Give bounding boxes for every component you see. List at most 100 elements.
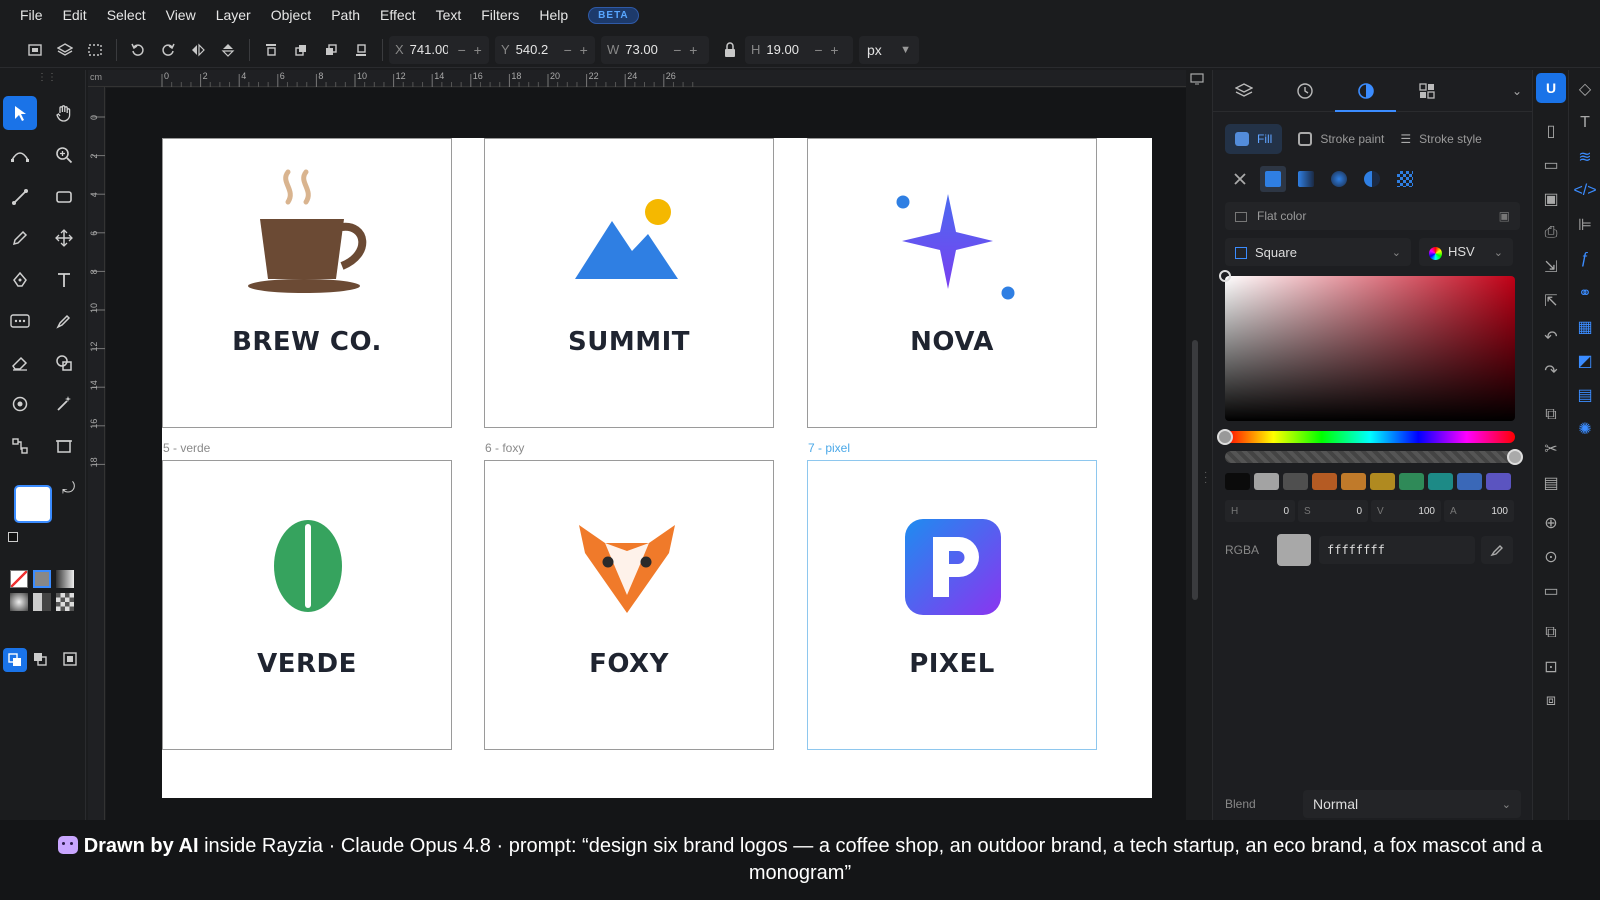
mode-overlap-icon[interactable] [33,652,47,671]
zoom-tool-icon[interactable] [47,138,81,172]
mode-clip-icon[interactable] [63,652,77,671]
open-folder-icon[interactable]: ▭ [1540,154,1562,176]
sv-handle[interactable] [1219,270,1231,282]
logo-card-summit[interactable]: SUMMIT [484,138,774,428]
color-swatch[interactable] [1283,473,1308,490]
eyedropper-icon[interactable] [1481,536,1513,564]
unlink-clone-icon[interactable]: ⧈ [1540,690,1562,712]
blend-mode-select[interactable]: Normal ⌄ [1303,790,1521,818]
color-swatch[interactable] [1341,473,1366,490]
shape-builder-tool-icon[interactable] [47,346,81,380]
tab-history[interactable] [1274,70,1335,112]
import-icon[interactable]: ⇲ [1540,256,1562,278]
y-value[interactable]: 540.2 [516,42,554,57]
no-paint-icon[interactable] [1227,166,1253,192]
canvas[interactable]: BREW CO. SUMMIT NOVA 5 - verde VERDE 6 -… [106,88,1186,820]
pan-tool-icon[interactable] [47,96,81,130]
fill-swatch[interactable] [14,485,52,523]
text-icon[interactable]: T [1574,112,1596,134]
v-input[interactable]: V 100 [1371,500,1441,522]
menu-edit[interactable]: Edit [63,7,87,23]
s-input[interactable]: S0 [1298,500,1368,522]
h-field[interactable]: H 19.00− + [745,35,853,64]
cut-icon[interactable]: ✂ [1540,438,1562,460]
lock-ratio-icon[interactable] [715,35,745,65]
deselect-icon[interactable] [80,35,110,65]
logo-card-foxy[interactable]: 6 - foxy FOXY [484,441,774,750]
h-input[interactable]: H0 [1225,500,1295,522]
menu-text[interactable]: Text [436,7,462,23]
save-swatch-icon[interactable]: ▣ [1499,209,1510,223]
color-swatch[interactable] [1428,473,1453,490]
select-all-icon[interactable] [20,35,50,65]
panel-resize-handle[interactable]: · · · [1204,468,1207,488]
objects-icon[interactable]: ▦ [1574,316,1596,338]
menu-filters[interactable]: Filters [481,7,519,23]
tab-swatches[interactable] [1396,70,1457,112]
document-page[interactable]: BREW CO. SUMMIT NOVA 5 - verde VERDE 6 -… [162,138,1152,798]
eraser-tool-icon[interactable] [3,346,37,380]
x-field[interactable]: X 741.00− + [389,35,489,64]
color-swatch[interactable] [1457,473,1482,490]
color-swatch[interactable] [1225,473,1250,490]
paint-flat-icon[interactable] [33,570,51,588]
current-color-preview[interactable] [1277,534,1311,566]
clone-icon[interactable]: ⊡ [1540,656,1562,678]
w-stepper[interactable]: − + [673,42,697,58]
menu-help[interactable]: Help [539,7,568,23]
h-value[interactable]: 19.00 [766,42,804,57]
rotate-cw-icon[interactable] [153,35,183,65]
rectangle-tool-icon[interactable] [47,180,81,214]
mode-select-icon[interactable] [3,648,27,672]
tweak-tool-icon[interactable] [3,304,37,338]
font-icon[interactable]: ƒ [1574,248,1596,270]
raise-icon[interactable] [286,35,316,65]
tab-stroke-style[interactable]: ☰ Stroke style [1400,124,1481,154]
tab-layers[interactable] [1213,70,1274,112]
paste-icon[interactable]: ▤ [1540,472,1562,494]
logo-card-verde[interactable]: 5 - verde VERDE [162,441,452,750]
lower-bottom-icon[interactable] [346,35,376,65]
pattern-icon[interactable] [1392,166,1418,192]
symbols-icon[interactable]: ⚭ [1574,282,1596,304]
colorspace-select[interactable]: HSV ⌄ [1419,238,1513,266]
hue-slider[interactable] [1217,429,1515,445]
user-avatar-icon[interactable]: U [1536,73,1566,103]
color-swatch[interactable] [1370,473,1395,490]
alpha-slider[interactable] [1225,449,1523,465]
connector-tool-icon[interactable] [3,429,37,463]
y-stepper[interactable]: − + [564,42,588,58]
h-stepper[interactable]: − + [814,42,838,58]
eraser-icon[interactable]: ◇ [1574,78,1596,100]
menu-select[interactable]: Select [107,7,146,23]
mesh-gradient-icon[interactable] [1359,166,1385,192]
pencil-tool-icon[interactable] [3,221,37,255]
unit-select[interactable]: px ▼ [859,35,919,64]
default-colors-icon[interactable] [8,532,18,542]
w-value[interactable]: 73.00 [625,42,663,57]
flip-vertical-icon[interactable] [213,35,243,65]
xml-editor-icon[interactable]: </> [1573,180,1596,202]
swap-colors-icon[interactable]: ⤾ [62,480,75,498]
rgba-input[interactable]: ffffffff [1319,536,1475,564]
layers-select-icon[interactable] [50,35,80,65]
redo-icon[interactable]: ↷ [1540,360,1562,382]
undo-icon[interactable]: ↶ [1540,326,1562,348]
tab-fill[interactable]: Fill [1225,124,1283,154]
paint-linear-icon[interactable] [56,570,74,588]
text-tool-icon[interactable] [47,263,81,297]
a-input[interactable]: A 100 [1444,500,1514,522]
alpha-handle[interactable] [1507,449,1523,465]
page-tool-icon[interactable] [47,429,81,463]
new-document-icon[interactable]: ▯ [1540,120,1562,142]
layers-panel-icon[interactable]: ≋ [1574,146,1596,168]
paint-radial-icon[interactable] [10,593,28,611]
radial-gradient-icon[interactable] [1326,166,1352,192]
measure-tool-icon[interactable] [47,221,81,255]
rotate-ccw-icon[interactable] [123,35,153,65]
menu-file[interactable]: File [20,7,43,23]
logo-card-nova[interactable]: NOVA [807,138,1097,428]
color-swatch[interactable] [1254,473,1279,490]
logo-card-brew[interactable]: BREW CO. [162,138,452,428]
dropper-tool-icon[interactable] [47,304,81,338]
